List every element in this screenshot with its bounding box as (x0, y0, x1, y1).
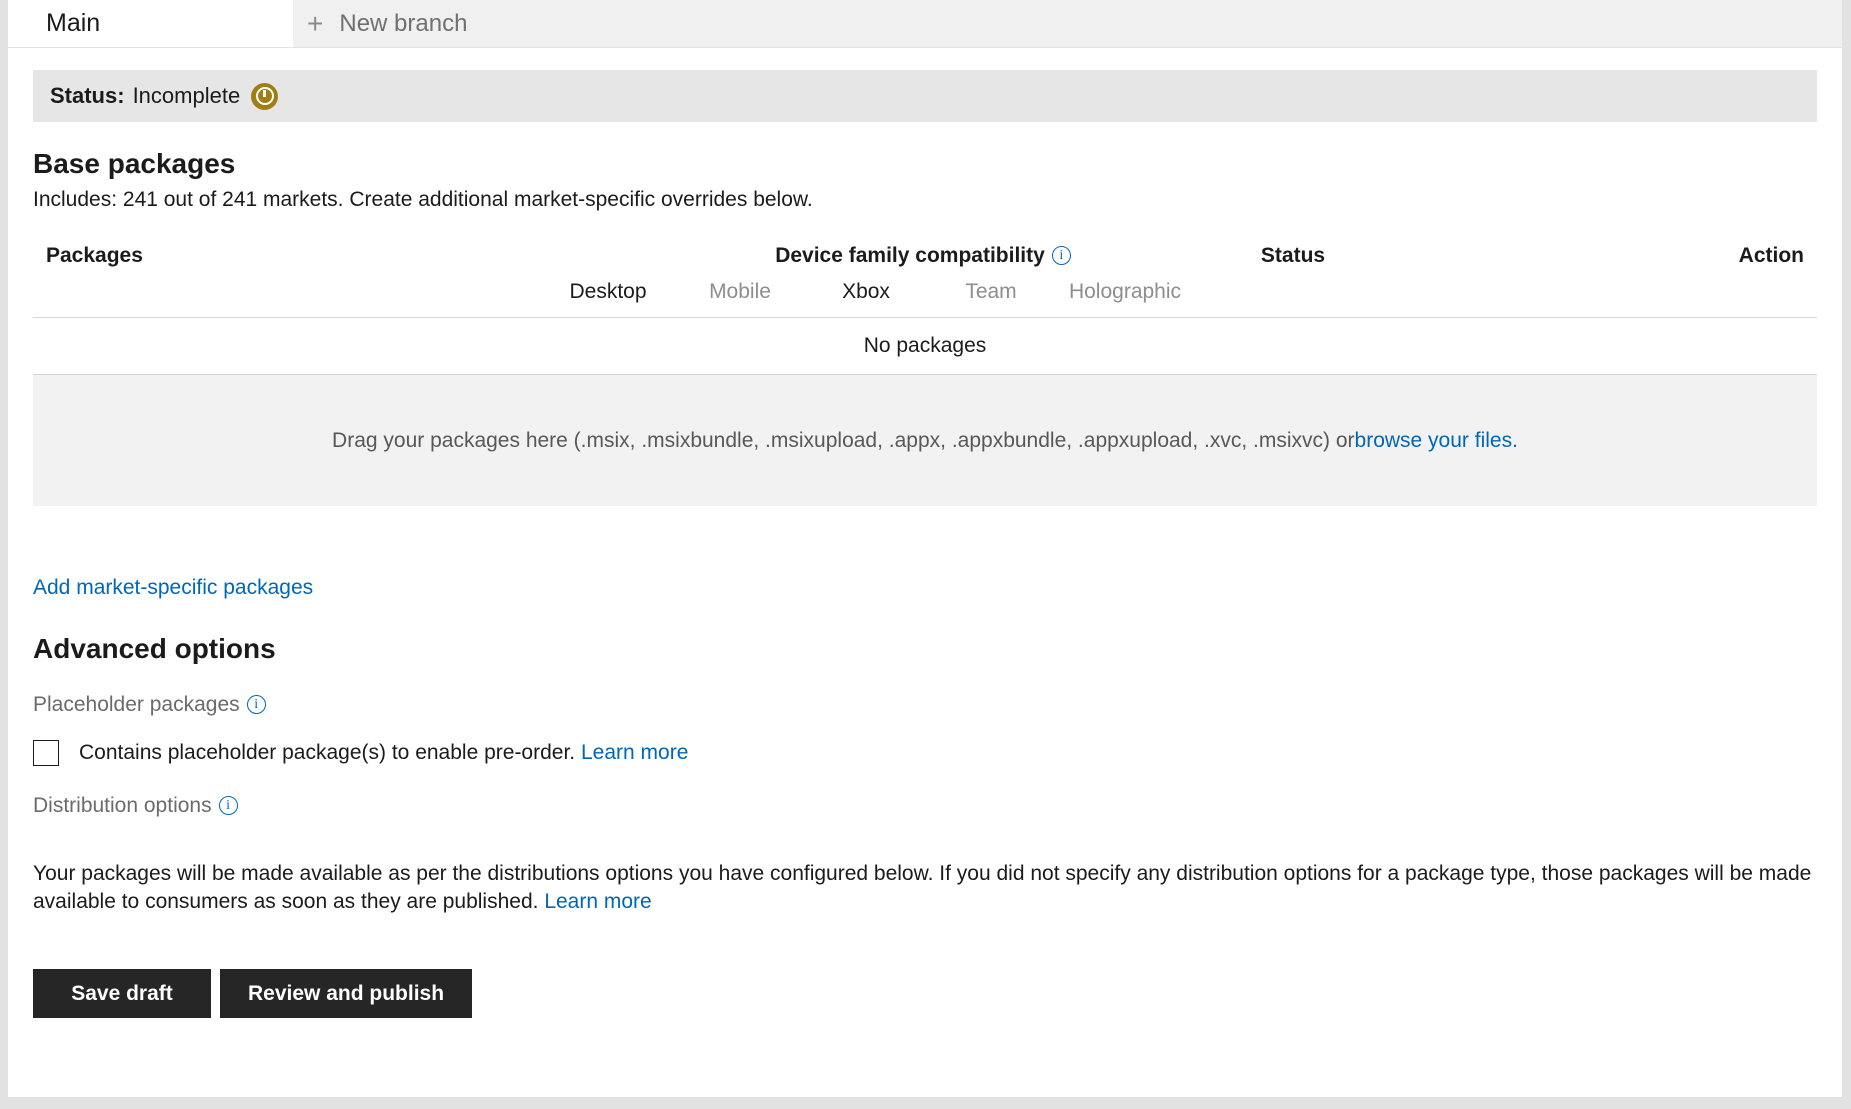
branch-tab-strip: Main + New branch (8, 0, 1842, 48)
base-packages-title: Base packages (33, 148, 236, 179)
device-family-desktop: Desktop (569, 280, 647, 303)
column-header-action: Action (1738, 244, 1804, 267)
placeholder-packages-label: Placeholder packages i (33, 693, 1842, 717)
distribution-learn-more-link[interactable]: Learn more (544, 890, 651, 913)
distribution-options-description: Your packages will be made available as … (33, 862, 1812, 913)
plus-icon: + (307, 7, 324, 39)
add-market-specific-packages-link[interactable]: Add market-specific packages (33, 576, 313, 600)
advanced-options-title: Advanced options (33, 633, 276, 664)
info-icon[interactable]: i (1051, 246, 1071, 265)
browse-files-link[interactable]: browse your files. (1355, 429, 1518, 453)
device-family-holographic: Holographic (1068, 280, 1182, 303)
empty-packages-message: No packages (863, 334, 987, 357)
packages-table-header: Packages Device family compatibility i St… (33, 244, 1817, 280)
review-and-publish-button[interactable]: Review and publish (220, 969, 473, 1019)
tab-new-branch-label: New branch (339, 9, 468, 37)
app-frame: Packaging Manage your packages here Lear… (0, 0, 1851, 1109)
tab-main-label: Main (46, 9, 101, 37)
base-packages-subtitle: Includes: 241 out of 241 markets. Create… (33, 188, 813, 211)
info-icon[interactable]: i (246, 695, 266, 714)
package-dropzone[interactable]: Drag your packages here (.msix, .msixbun… (33, 375, 1817, 506)
dropzone-text: Drag your packages here (.msix, .msixbun… (332, 428, 1355, 452)
placeholder-learn-more-link[interactable]: Learn more (581, 741, 688, 764)
info-icon[interactable]: i (218, 796, 238, 815)
status-label: Status: (50, 83, 125, 108)
column-header-packages: Packages (46, 244, 143, 267)
column-header-status: Status (1260, 244, 1326, 267)
device-family-subheader: Desktop Mobile Xbox Team Holographic (33, 280, 1817, 318)
empty-packages-row: No packages (33, 318, 1817, 375)
placeholder-packages-checkbox-row: Contains placeholder package(s) to enabl… (33, 740, 1842, 766)
clock-icon (251, 82, 279, 110)
packages-table: Packages Device family compatibility i St… (33, 244, 1817, 506)
placeholder-packages-checkbox[interactable] (33, 740, 59, 766)
column-header-device-family: Device family compatibility i (713, 244, 1133, 268)
save-draft-button[interactable]: Save draft (33, 969, 211, 1019)
distribution-options-label: Distribution options i (33, 794, 1842, 818)
status-value: Incomplete (132, 83, 241, 108)
form-actions: Save draft Review and publish (33, 969, 1842, 1019)
page-content: Status: Incomplete Base packages Include… (8, 48, 1842, 1097)
placeholder-packages-checkbox-label: Contains placeholder package(s) to enabl… (79, 741, 689, 764)
tab-main[interactable]: Main (8, 0, 293, 47)
status-badge: Status: Incomplete (33, 70, 1817, 122)
tab-new-branch[interactable]: + New branch (293, 0, 489, 47)
